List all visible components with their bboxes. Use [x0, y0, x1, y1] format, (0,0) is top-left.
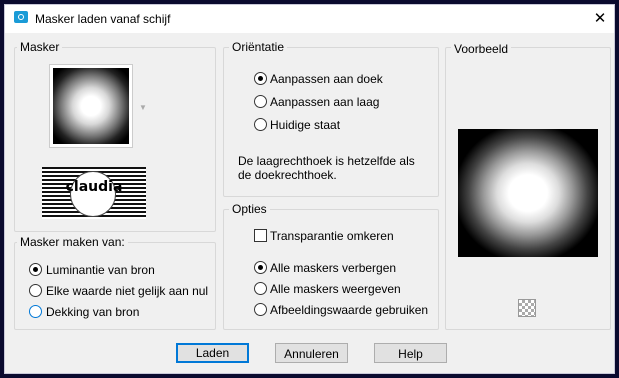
- radio-nonzero[interactable]: [29, 284, 42, 297]
- checker-icon[interactable]: [518, 299, 536, 317]
- load-button[interactable]: Laden: [176, 343, 249, 363]
- camera-icon: [14, 11, 28, 23]
- radio-show-all-label[interactable]: Alle maskers weergeven: [270, 282, 401, 296]
- invert-transparency-checkbox[interactable]: [254, 229, 267, 242]
- orientation-note-line2: de doekrechthoek.: [238, 168, 337, 182]
- radio-fit-layer[interactable]: [254, 95, 267, 108]
- preview-image: [458, 129, 598, 257]
- window-title: Masker laden vanaf schijf: [35, 12, 171, 26]
- options-label: Opties: [229, 202, 270, 216]
- radio-fit-layer-label[interactable]: Aanpassen aan laag: [270, 95, 379, 109]
- radio-fit-canvas-label[interactable]: Aanpassen aan doek: [270, 72, 383, 86]
- invert-transparency-label[interactable]: Transparantie omkeren: [270, 229, 394, 243]
- radio-luminance-label[interactable]: Luminantie van bron: [46, 263, 155, 277]
- claudia-logo: claudia: [42, 167, 146, 219]
- radio-opacity[interactable]: [29, 305, 42, 318]
- title-bar: Masker laden vanaf schijf ✕: [5, 5, 614, 33]
- radio-show-all[interactable]: [254, 282, 267, 295]
- chevron-down-icon[interactable]: ▼: [139, 103, 147, 112]
- radio-image-value[interactable]: [254, 303, 267, 316]
- radio-fit-canvas[interactable]: [254, 72, 267, 85]
- preview-label: Voorbeeld: [451, 42, 512, 56]
- radio-image-value-label[interactable]: Afbeeldingswaarde gebruiken: [270, 303, 428, 317]
- radio-nonzero-label[interactable]: Elke waarde niet gelijk aan nul: [46, 284, 208, 298]
- help-button[interactable]: Help: [374, 343, 447, 363]
- mask-thumbnail[interactable]: [49, 64, 133, 148]
- close-button[interactable]: ✕: [586, 5, 614, 33]
- radio-current-state[interactable]: [254, 118, 267, 131]
- orientation-label: Oriëntatie: [229, 40, 288, 54]
- mask-group-label: Masker: [17, 40, 63, 54]
- orientation-note-line1: De laagrechthoek is hetzelfde als: [238, 154, 415, 168]
- radio-opacity-label[interactable]: Dekking van bron: [46, 305, 139, 319]
- radio-luminance[interactable]: [29, 263, 42, 276]
- cancel-button[interactable]: Annuleren: [275, 343, 348, 363]
- radio-current-state-label[interactable]: Huidige staat: [270, 118, 340, 132]
- radio-hide-all[interactable]: [254, 261, 267, 274]
- mask-source-label: Masker maken van:: [17, 235, 128, 249]
- radio-hide-all-label[interactable]: Alle maskers verbergen: [270, 261, 396, 275]
